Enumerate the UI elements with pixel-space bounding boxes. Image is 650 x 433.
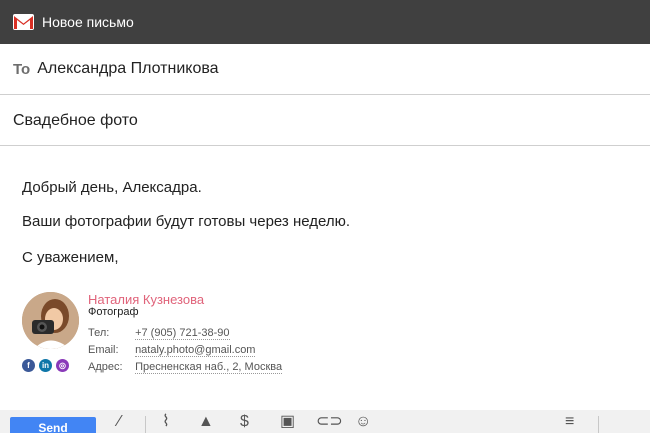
gmail-icon (13, 14, 34, 30)
address-value[interactable]: Пресненская наб., 2, Москва (135, 361, 283, 374)
instagram-icon[interactable]: ◎ (56, 359, 69, 372)
emoji-icon[interactable]: ☺ (355, 414, 371, 430)
delete-icon[interactable]: ≡ (565, 414, 574, 430)
signature-address: Адрес: Пресненская наб., 2, Москва (88, 361, 283, 374)
compose-title: Новое письмо (42, 14, 134, 30)
format-icon[interactable]: ⁄ (118, 414, 121, 430)
address-label: Адрес: (88, 361, 123, 373)
link-icon[interactable]: ⊂⊃ (316, 414, 343, 430)
email-signature: Наталия Кузнезова Фотограф Тел: +7 (905)… (22, 292, 322, 382)
phone-label: Тел: (88, 327, 110, 339)
to-recipient[interactable]: Александра Плотникова (37, 60, 218, 78)
send-button[interactable]: Send (10, 417, 96, 433)
subject-field[interactable]: Свадебное фото (0, 96, 650, 146)
signature-phone: Тел: +7 (905) 721-38-90 (88, 327, 230, 340)
compose-toolbar: Send ⁄ ⌇ ▲ $ ▣ ⊂⊃ ☺ ≡ (0, 410, 650, 433)
signature-name: Наталия Кузнезова (88, 292, 205, 307)
money-icon[interactable]: $ (240, 414, 249, 430)
body-line: Добрый день, Алексадра. (22, 179, 202, 196)
toolbar-divider (145, 416, 146, 433)
photo-icon[interactable]: ▣ (280, 414, 295, 430)
body-line: Ваши фотографии будут готовы через недел… (22, 213, 351, 230)
signature-email: Email: nataly.photo@gmail.com (88, 344, 256, 357)
attach-icon[interactable]: ⌇ (162, 414, 170, 430)
compose-titlebar: Новое письмо (0, 0, 650, 44)
email-value[interactable]: nataly.photo@gmail.com (135, 344, 256, 357)
social-links: f in ◎ (22, 359, 69, 372)
to-label: To (13, 60, 31, 78)
linkedin-icon[interactable]: in (39, 359, 52, 372)
body-line: С уважением, (22, 249, 119, 266)
to-field[interactable]: To Александра Плотникова (0, 44, 650, 95)
drive-icon[interactable]: ▲ (198, 414, 214, 430)
signature-role: Фотограф (88, 306, 139, 318)
toolbar-divider (598, 416, 599, 433)
facebook-icon[interactable]: f (22, 359, 35, 372)
phone-value[interactable]: +7 (905) 721-38-90 (135, 327, 230, 340)
avatar (22, 292, 79, 349)
email-label: Email: (88, 344, 119, 356)
